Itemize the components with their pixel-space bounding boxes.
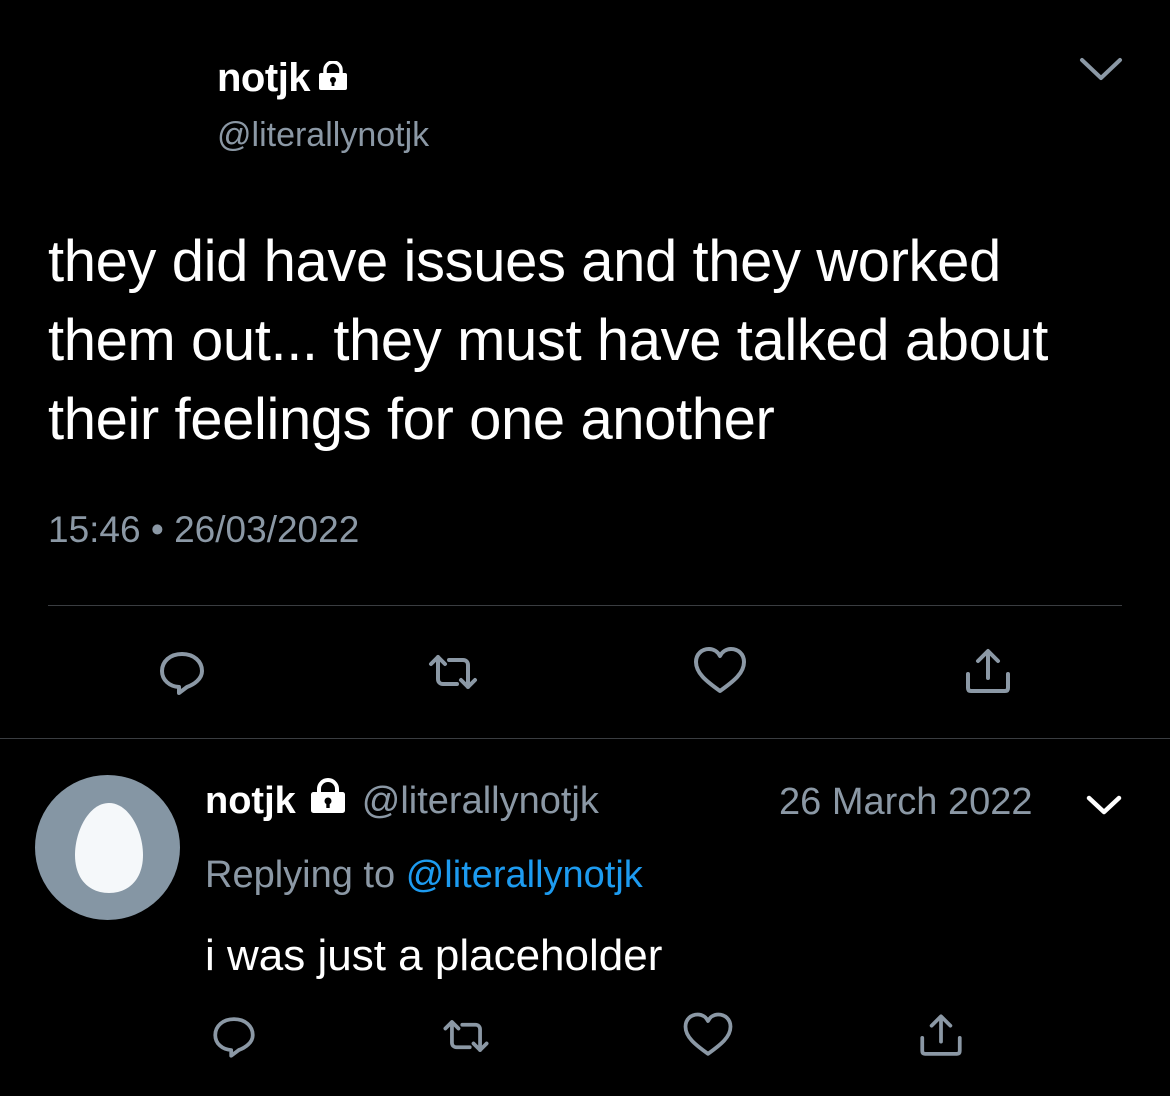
tweet-text: they did have issues and they worked the… xyxy=(48,229,1048,452)
share-icon[interactable] xyxy=(956,640,1020,704)
reply-header: notjk @literallynotjk xyxy=(205,778,599,824)
tweet-timestamp[interactable]: 15:46 • 26/03/2022 xyxy=(48,509,359,551)
lock-icon xyxy=(316,56,350,101)
avatar-egg-icon xyxy=(75,803,143,893)
reply-text: i was just a placeholder xyxy=(205,931,663,980)
share-icon[interactable] xyxy=(911,1006,971,1066)
replying-to: Replying to @literallynotjk xyxy=(205,854,643,897)
retweet-icon[interactable] xyxy=(421,640,485,704)
reply-icon[interactable] xyxy=(204,1006,264,1066)
replying-to-mention[interactable]: @literallynotjk xyxy=(406,854,643,896)
retweet-icon[interactable] xyxy=(436,1006,496,1066)
avatar[interactable] xyxy=(35,775,180,920)
replying-prefix: Replying to xyxy=(205,854,396,896)
reply-handle[interactable]: @literallynotjk xyxy=(362,780,599,823)
reply-date[interactable]: 26 March 2022 xyxy=(779,781,1033,824)
chevron-down-icon[interactable] xyxy=(1076,50,1126,90)
reply-icon[interactable] xyxy=(150,640,214,704)
divider xyxy=(48,605,1122,606)
chevron-down-icon[interactable] xyxy=(1083,790,1125,820)
like-icon[interactable] xyxy=(678,1006,738,1066)
main-handle[interactable]: @literallynotjk xyxy=(217,116,429,155)
divider xyxy=(0,738,1170,739)
reply-display-name[interactable]: notjk xyxy=(205,780,296,823)
main-display-name[interactable]: notjk xyxy=(217,56,311,101)
main-tweet-header: notjk xyxy=(217,56,350,101)
like-icon[interactable] xyxy=(688,640,752,704)
lock-icon xyxy=(308,778,348,824)
